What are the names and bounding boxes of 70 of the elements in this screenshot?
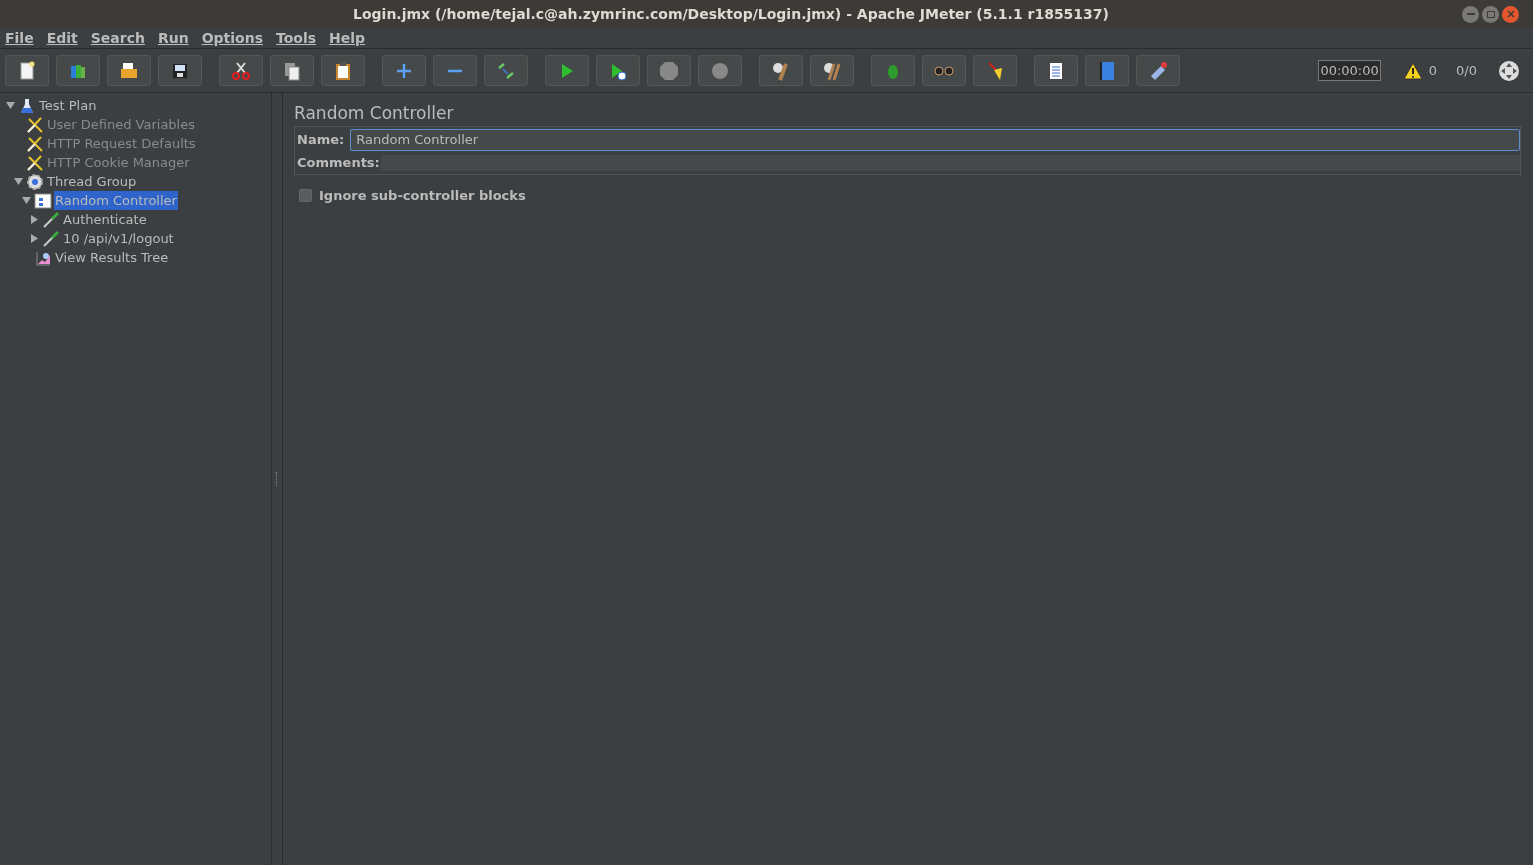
books-button[interactable] [56, 55, 100, 86]
tree-item[interactable]: Authenticate [62, 209, 148, 230]
save-button[interactable] [158, 55, 202, 86]
pipette-icon [42, 229, 60, 248]
expanded-arrow-icon[interactable] [13, 177, 23, 186]
panel-heading: Random Controller [294, 102, 455, 125]
checkbox[interactable] [299, 189, 312, 203]
menu-item[interactable]: Tools [276, 27, 317, 49]
copy-button[interactable] [270, 55, 314, 86]
wrench-screwdriver-icon [26, 115, 44, 134]
collapsed-arrow-icon[interactable] [29, 234, 39, 243]
tree-item[interactable]: Random Controller [54, 190, 178, 211]
wrench-screwdriver-icon [26, 153, 44, 172]
minus-button[interactable] [433, 55, 477, 86]
pipette-icon [42, 210, 60, 229]
checkbox-label: Ignore sub-controller blocks [319, 187, 526, 205]
name-label: Name: [296, 130, 346, 149]
toggle-button[interactable] [484, 55, 528, 86]
scissors-button[interactable] [219, 55, 263, 86]
expanded-arrow-icon[interactable] [21, 196, 31, 205]
comments-field[interactable] [380, 155, 1520, 171]
close-icon [1506, 10, 1515, 18]
folder-button[interactable] [107, 55, 151, 86]
menu-item[interactable]: Run [157, 27, 189, 49]
gear-icon [26, 172, 44, 191]
warning-icon [1402, 61, 1423, 80]
stop-button[interactable] [647, 55, 691, 86]
expanded-arrow-icon[interactable] [5, 101, 15, 110]
minus-icon [447, 68, 463, 73]
binoculars-icon [934, 65, 954, 76]
menu-item[interactable]: Edit [46, 27, 78, 49]
bug-button[interactable] [871, 55, 915, 86]
splitter-handle[interactable] [276, 472, 278, 486]
menu-item[interactable]: Options [201, 27, 263, 49]
clipboard-button[interactable] [321, 55, 365, 86]
help-book-button[interactable] [1085, 55, 1129, 86]
brooms-button[interactable] [810, 55, 854, 86]
menu-item[interactable]: Search [90, 27, 145, 49]
list-button[interactable] [1034, 55, 1078, 86]
new-file-button[interactable] [5, 55, 49, 86]
maximize-button[interactable] [1482, 5, 1499, 23]
collapsed-arrow-icon[interactable] [29, 215, 39, 224]
minimize-button[interactable] [1462, 5, 1479, 23]
play-no-pause-button[interactable] [596, 55, 640, 86]
menu-item[interactable]: File [5, 27, 34, 49]
chart-icon [35, 249, 51, 266]
flask-icon [19, 97, 35, 114]
wrench-screwdriver-icon [26, 134, 44, 153]
thread-count: 0/0 [1456, 61, 1477, 80]
tree-item[interactable]: 10 /api/v1/logout [62, 228, 175, 249]
comments-label: Comments: [296, 154, 381, 173]
controller-icon [34, 192, 52, 209]
window-title: Login.jmx (/home/tejal.c@ah.zymrinc.com/Desktop/Login.jmx) - Apache JMeter (5.1.1 r1855137) [353, 5, 1109, 22]
stop-icon [658, 59, 680, 82]
name-field[interactable]: Random Controller [350, 128, 1520, 151]
elapsed-time: 00:00:00 [1318, 59, 1381, 82]
shutdown-button[interactable] [698, 55, 742, 86]
binoculars-button[interactable] [922, 55, 966, 86]
close-button[interactable] [1502, 5, 1519, 23]
remote-button[interactable] [1136, 55, 1180, 86]
broom-button[interactable] [973, 55, 1017, 86]
tree-item[interactable]: Test Plan [38, 95, 98, 116]
plus-button[interactable] [382, 55, 426, 86]
broom-gear-button[interactable] [759, 55, 803, 86]
tree-item[interactable]: Thread Group [46, 171, 138, 192]
error-count: 0 [1428, 61, 1438, 80]
menu-item[interactable]: Help [329, 27, 366, 49]
remote-start-icon[interactable] [1498, 59, 1520, 82]
tree-item[interactable]: View Results Tree [54, 247, 170, 268]
play-button[interactable] [545, 55, 589, 86]
